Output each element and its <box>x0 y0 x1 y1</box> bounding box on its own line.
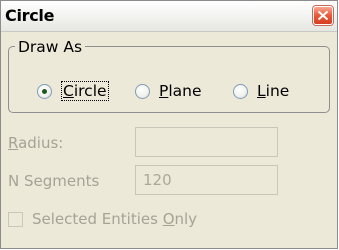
radio-line-label[interactable]: Line <box>257 82 289 100</box>
radius-field[interactable] <box>135 127 278 157</box>
title-bar[interactable]: Circle <box>1 1 337 32</box>
close-icon <box>317 10 329 21</box>
circle-dialog: Circle Draw As Circle Plane Line Radius:… <box>0 0 338 249</box>
radio-plane-indicator[interactable] <box>135 83 150 99</box>
radio-circle[interactable]: Circle <box>37 81 109 101</box>
close-button[interactable] <box>313 6 333 25</box>
selected-entities-only-checkbox[interactable]: Selected Entities Only <box>8 209 197 229</box>
draw-as-group <box>8 46 330 113</box>
draw-as-legend: Draw As <box>15 38 86 56</box>
window-title: Circle <box>5 6 55 25</box>
nsegments-label: N Segments <box>8 172 100 190</box>
radio-circle-label[interactable]: Circle <box>61 81 109 101</box>
checkbox-indicator[interactable] <box>8 211 23 227</box>
nsegments-field[interactable]: 120 <box>135 165 278 195</box>
selected-entities-only-label[interactable]: Selected Entities Only <box>32 210 197 228</box>
radio-plane[interactable]: Plane <box>135 81 202 101</box>
radio-line-indicator[interactable] <box>233 83 248 99</box>
radio-circle-indicator[interactable] <box>37 83 52 99</box>
radio-plane-label[interactable]: Plane <box>159 82 202 100</box>
radius-label: Radius: <box>8 134 64 152</box>
radio-line[interactable]: Line <box>233 81 289 101</box>
